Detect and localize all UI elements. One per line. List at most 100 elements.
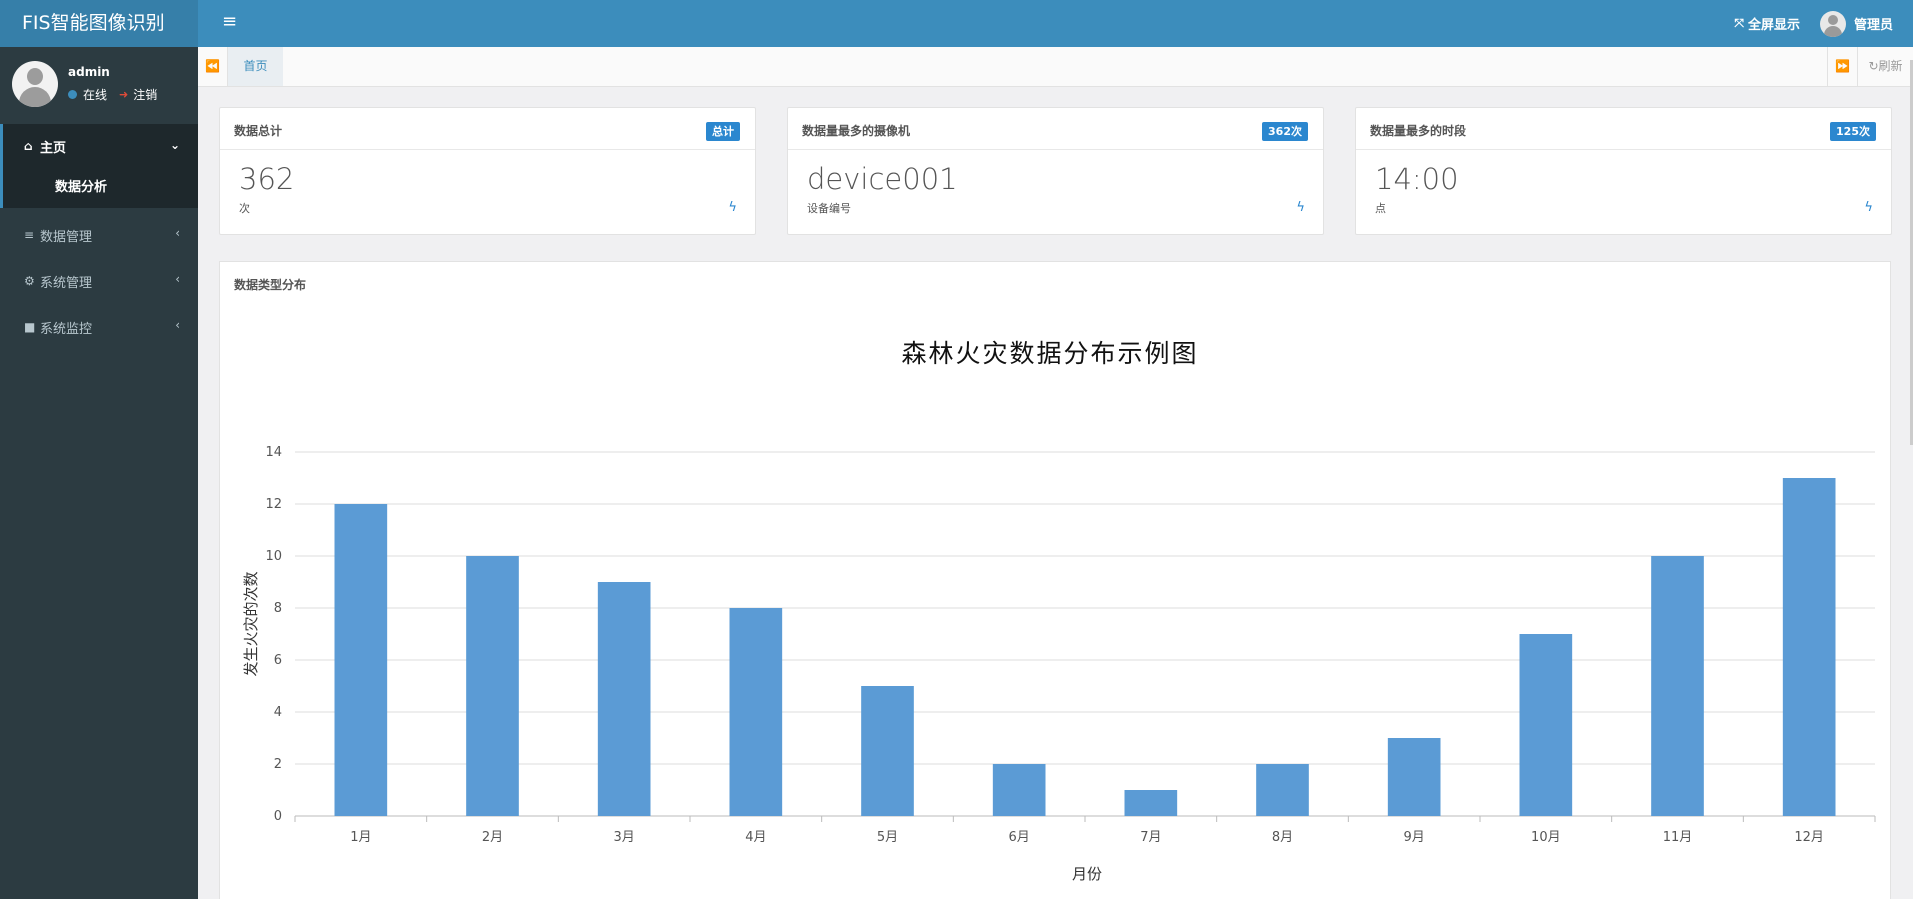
bar [466,556,519,816]
bar [1256,764,1309,816]
refresh-icon: ↻ [1868,59,1879,73]
bar-chart: 森林火灾数据分布示例图 0 2 4 6 8 10 12 14 1月 2月 3月 4月 5月 6月 7月 8月 9月… [242,339,1876,883]
status-badge: 总计 [706,122,740,141]
x-tick-label: 3月 [614,830,635,845]
bar [992,764,1046,816]
user-panel: admin 在线 ➜ 注销 [0,47,198,122]
sidebar-item-system-monitor[interactable]: ■ 系统监控 ‹ [0,304,198,350]
y-tick-label: 10 [265,549,282,564]
tab-bar: ⏪ 首页 ⏩ ↻刷新 [198,47,1913,87]
card-title: 数据量最多的摄像机 [802,124,911,138]
sign-out-icon: ➜ [119,88,129,101]
expand-icon: ⤧ [1734,16,1744,30]
avatar-icon [1819,10,1846,37]
x-tick-label: 8月 [1272,830,1293,845]
y-tick-label: 12 [265,497,282,512]
tab-scroll-right-icon[interactable]: ⏩ [1827,47,1857,86]
chart-panel: 数据类型分布 森林火灾数据分布示例图 0 2 4 6 8 10 12 14 1月 2月 3月 4月 5月 6… [219,261,1891,899]
header-actions: ⤧ 全屏显示 管理员 [1734,0,1913,47]
x-tick-label: 7月 [1140,830,1161,845]
app-logo[interactable]: FIS智能图像识别 [0,0,198,47]
top-header: FIS智能图像识别 ≡ ⤧ 全屏显示 管理员 [0,0,1913,47]
card-value: 362 [239,162,295,196]
bar [729,608,783,816]
user-avatar [12,61,58,107]
chevron-left-icon: ‹ [175,226,180,240]
bar [1782,478,1836,816]
sidebar-item-home[interactable]: ⌂ 主页 ⌄ [0,124,198,168]
y-tick-label: 6 [274,653,282,668]
card-value: device001 [807,162,958,196]
y-tick-label: 2 [274,757,282,772]
card-title: 数据总计 [234,124,283,138]
video-camera-icon: ■ [24,320,36,334]
x-tick-label: 10月 [1531,830,1561,845]
refresh-button[interactable]: ↻刷新 [1857,47,1913,86]
hamburger-menu-icon[interactable]: ≡ [222,12,242,32]
list-icon: ≡ [24,228,35,242]
fullscreen-label: 全屏显示 [1747,18,1800,33]
x-tick-label: 12月 [1794,830,1824,845]
refresh-label: 刷新 [1878,59,1903,73]
stat-card-total: 数据总计 总计 362 次 ϟ [219,107,756,235]
tab-home[interactable]: 首页 [228,47,283,86]
x-tick-label: 5月 [877,830,898,845]
y-tick-label: 0 [274,809,282,824]
card-title: 数据量最多的时段 [1370,124,1467,138]
admin-user-menu[interactable]: 管理员 [1819,10,1893,37]
stat-card-top-camera: 数据量最多的摄像机 362次 device001 设备编号 ϟ [787,107,1324,235]
chevron-left-icon: ‹ [175,272,180,286]
card-value: 14:00 [1375,162,1459,196]
x-tick-label: 1月 [350,830,371,845]
status-badge: 125次 [1830,122,1876,141]
bar [334,504,388,816]
sidebar-item-label: 系统管理 [40,275,93,291]
x-tick-label: 2月 [482,830,503,845]
bar [1387,738,1441,816]
sidebar: admin 在线 ➜ 注销 ⌂ 主页 ⌄ 数据分析 ≡ 数据管理 ‹ ⚙ 系统管… [0,47,198,899]
y-tick-label: 4 [274,705,282,720]
logout-link[interactable]: 注销 [133,86,157,103]
online-status: 在线 [83,88,108,102]
y-tick-label: 8 [274,601,282,616]
bolt-icon: ϟ [728,200,737,215]
user-name: admin [68,65,110,79]
card-header: 数据量最多的时段 125次 [1356,108,1891,150]
sidebar-item-label: 数据管理 [40,229,93,245]
stat-card-top-period: 数据量最多的时段 125次 14:00 点 ϟ [1355,107,1892,235]
card-subtitle: 点 [1375,202,1386,215]
x-axis-label: 月份 [1072,865,1102,883]
chart-title: 森林火灾数据分布示例图 [901,339,1198,368]
bar [861,686,914,816]
bar [1519,634,1573,816]
home-icon: ⌂ [24,139,33,153]
x-tick-label: 9月 [1404,830,1425,845]
bolt-icon: ϟ [1864,200,1873,215]
online-dot-icon [68,90,77,99]
sidebar-item-label: 主页 [40,140,67,156]
status-badge: 362次 [1262,122,1308,141]
admin-label: 管理员 [1853,18,1893,33]
sidebar-subitem-data-analysis[interactable]: 数据分析 [0,168,198,208]
tab-scroll-left-icon[interactable]: ⏪ [198,47,228,86]
card-header: 数据总计 总计 [220,108,755,150]
y-tick-label: 14 [265,445,282,460]
bar [597,582,651,816]
sidebar-item-data-management[interactable]: ≡ 数据管理 ‹ [0,212,198,258]
sidebar-item-label: 系统监控 [40,321,93,337]
sidebar-item-system-management[interactable]: ⚙ 系统管理 ‹ [0,258,198,304]
x-tick-label: 6月 [1009,830,1030,845]
card-header: 数据量最多的摄像机 362次 [788,108,1323,150]
x-tick-label: 11月 [1663,830,1693,845]
bar [1651,556,1704,816]
x-tick-label: 4月 [745,830,766,845]
fullscreen-button[interactable]: ⤧ 全屏显示 [1734,14,1800,33]
bar [1124,790,1178,816]
user-status: 在线 ➜ 注销 [68,86,157,103]
chevron-left-icon: ‹ [175,318,180,332]
gear-icon: ⚙ [24,274,35,288]
card-subtitle: 次 [239,202,250,215]
y-axis-label: 发生火灾的次数 [242,571,260,676]
bolt-icon: ϟ [1296,200,1305,215]
chevron-down-icon: ⌄ [169,138,180,152]
